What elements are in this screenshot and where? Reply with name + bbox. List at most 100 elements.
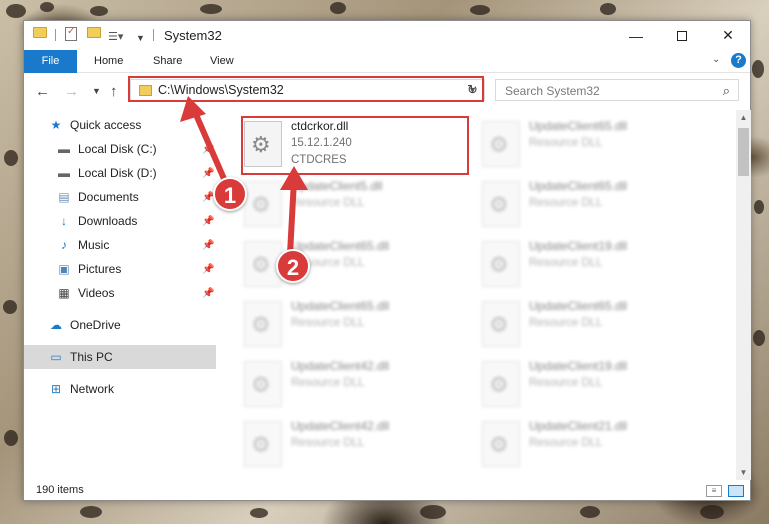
sidebar-item-videos[interactable]: ▦ Videos 📌 xyxy=(24,281,216,305)
customize-toolbar-chevron-icon[interactable]: ▼ xyxy=(136,29,145,47)
properties-icon[interactable] xyxy=(65,26,77,41)
list-item[interactable]: UpdateClient21.dll Resource DLL xyxy=(454,415,694,475)
dll-file-icon xyxy=(482,241,520,287)
list-item[interactable]: UpdateClient65.dll Resource DLL xyxy=(216,235,456,295)
scrollbar-thumb[interactable] xyxy=(738,128,749,176)
title-bar: ☰▾ ▼ System32 — ✕ xyxy=(24,21,750,50)
sidebar-item-quick-access[interactable]: ★ Quick access xyxy=(24,113,216,137)
sidebar-item-local-disk-d[interactable]: ▬ Local Disk (D:) 📌 xyxy=(24,161,216,185)
list-item[interactable]: UpdateClient5.dll Resource DLL xyxy=(216,175,456,235)
list-item[interactable]: UpdateClient42.dll Resource DLL xyxy=(216,355,456,415)
drive-icon: ▬ xyxy=(58,142,70,156)
sidebar-item-music[interactable]: ♪ Music 📌 xyxy=(24,233,216,257)
status-bar: 190 items ≡ xyxy=(24,480,750,501)
new-folder-icon[interactable] xyxy=(87,27,101,38)
refresh-icon: ↻ xyxy=(467,82,478,97)
list-item[interactable]: UpdateClient42.dll Resource DLL xyxy=(216,415,456,475)
folder-icon xyxy=(139,85,152,96)
address-path[interactable]: C:\Windows\System32 xyxy=(158,83,284,97)
list-item[interactable]: UpdateClient65.dll Resource DLL xyxy=(454,295,694,355)
dll-file-icon xyxy=(244,421,282,467)
navigation-pane: ★ Quick access ▬ Local Disk (C:) 📌 ▬ Loc… xyxy=(24,110,216,470)
list-item[interactable]: UpdateClient65.dll Resource DLL xyxy=(216,295,456,355)
vertical-scrollbar[interactable]: ▲ ▼ xyxy=(736,110,751,480)
file-description: Resource DLL xyxy=(291,197,365,209)
sidebar-item-local-disk-c[interactable]: ▬ Local Disk (C:) 📌 xyxy=(24,137,216,161)
item-count: 190 items xyxy=(36,484,84,496)
sidebar-item-label: Documents xyxy=(78,190,139,204)
up-arrow-icon[interactable]: ↑ xyxy=(110,83,118,100)
window-title: System32 xyxy=(164,28,222,43)
recent-locations-chevron-icon[interactable]: ▼ xyxy=(92,86,101,96)
tab-home[interactable]: Home xyxy=(80,50,137,73)
toolbar-divider xyxy=(55,29,56,41)
file-description: Resource DLL xyxy=(529,197,603,209)
refresh-button[interactable]: ↻ xyxy=(461,79,485,101)
sidebar-item-label: Videos xyxy=(78,286,115,300)
address-bar[interactable]: C:\Windows\System32 ▼ xyxy=(130,79,484,101)
sidebar-item-label: Local Disk (C:) xyxy=(78,142,157,156)
large-icons-view-icon[interactable] xyxy=(728,485,744,497)
sidebar-item-label: Quick access xyxy=(70,118,142,132)
drive-icon: ▬ xyxy=(58,166,70,180)
scroll-up-icon[interactable]: ▲ xyxy=(736,110,751,125)
file-name: UpdateClient42.dll xyxy=(291,359,390,373)
scroll-down-icon[interactable]: ▼ xyxy=(736,465,751,480)
step-1-badge: 1 xyxy=(213,177,247,211)
close-button[interactable]: ✕ xyxy=(705,21,751,50)
pin-icon: 📌 xyxy=(202,287,215,299)
details-view-icon[interactable]: ≡ xyxy=(706,485,722,497)
sidebar-item-pictures[interactable]: ▣ Pictures 📌 xyxy=(24,257,216,281)
documents-icon: ▤ xyxy=(58,190,70,204)
tab-view[interactable]: View xyxy=(196,50,248,73)
maximize-button[interactable] xyxy=(659,21,705,50)
sidebar-item-documents[interactable]: ▤ Documents 📌 xyxy=(24,185,216,209)
back-arrow-icon[interactable]: ← xyxy=(35,83,50,100)
music-icon: ♪ xyxy=(61,238,67,252)
sidebar-item-label: Pictures xyxy=(78,262,122,276)
sidebar-item-label: Network xyxy=(70,382,115,396)
file-name: UpdateClient65.dll xyxy=(291,299,390,313)
help-icon[interactable]: ? xyxy=(731,53,746,68)
maximize-icon xyxy=(677,30,687,41)
sidebar-item-this-pc[interactable]: ▭ This PC xyxy=(24,345,216,369)
list-item[interactable]: UpdateClient65.dll Resource DLL xyxy=(454,175,694,235)
list-item[interactable]: UpdateClient19.dll Resource DLL xyxy=(454,355,694,415)
star-icon: ★ xyxy=(50,118,62,132)
sidebar-item-downloads[interactable]: ↓ Downloads 📌 xyxy=(24,209,216,233)
sidebar-item-label: Local Disk (D:) xyxy=(78,166,157,180)
file-name: ctdcrkor.dll xyxy=(291,119,349,133)
file-name: UpdateClient19.dll xyxy=(529,239,628,253)
minimize-button[interactable]: — xyxy=(613,21,659,50)
file-name: UpdateClient42.dll xyxy=(291,419,390,433)
pin-icon: 📌 xyxy=(202,167,215,179)
dll-file-icon xyxy=(482,301,520,347)
tab-share[interactable]: Share xyxy=(139,50,196,73)
file-name: UpdateClient65.dll xyxy=(529,179,628,193)
expand-ribbon-chevron-icon[interactable]: ⌄ xyxy=(712,54,720,65)
file-description: Resource DLL xyxy=(529,137,603,149)
file-name: UpdateClient21.dll xyxy=(529,419,628,433)
forward-arrow-icon[interactable]: → xyxy=(64,83,79,100)
list-item[interactable]: UpdateClient19.dll Resource DLL xyxy=(454,235,694,295)
file-version: 15.12.1.240 xyxy=(291,137,352,149)
file-tile-ctdcrkor[interactable]: ctdcrkor.dll 15.12.1.240 CTDCRES xyxy=(216,115,456,175)
network-icon: ⊞ xyxy=(50,382,62,396)
file-description: Resource DLL xyxy=(529,317,603,329)
computer-icon: ▭ xyxy=(50,350,62,364)
tab-file[interactable]: File xyxy=(24,50,77,73)
search-input[interactable]: Search System32 ⌕ xyxy=(495,79,739,101)
pictures-icon: ▣ xyxy=(58,262,70,276)
dll-file-icon xyxy=(482,361,520,407)
file-name: UpdateClient65.dll xyxy=(291,239,390,253)
sidebar-item-network[interactable]: ⊞ Network xyxy=(24,377,216,401)
list-item[interactable]: UpdateClient65.dll Resource DLL xyxy=(454,115,694,175)
search-icon[interactable]: ⌕ xyxy=(723,83,730,99)
sidebar-item-onedrive[interactable]: ☁ OneDrive xyxy=(24,313,216,337)
pin-icon: 📌 xyxy=(202,215,215,227)
navigation-bar: ← → ▼ ↑ C:\Windows\System32 ▼ ↻ Search S… xyxy=(24,74,750,110)
sidebar-item-label: Downloads xyxy=(78,214,138,228)
pin-icon: 📌 xyxy=(202,239,215,251)
dll-file-icon xyxy=(244,121,282,167)
view-options-icon[interactable]: ☰▾ xyxy=(108,27,123,45)
